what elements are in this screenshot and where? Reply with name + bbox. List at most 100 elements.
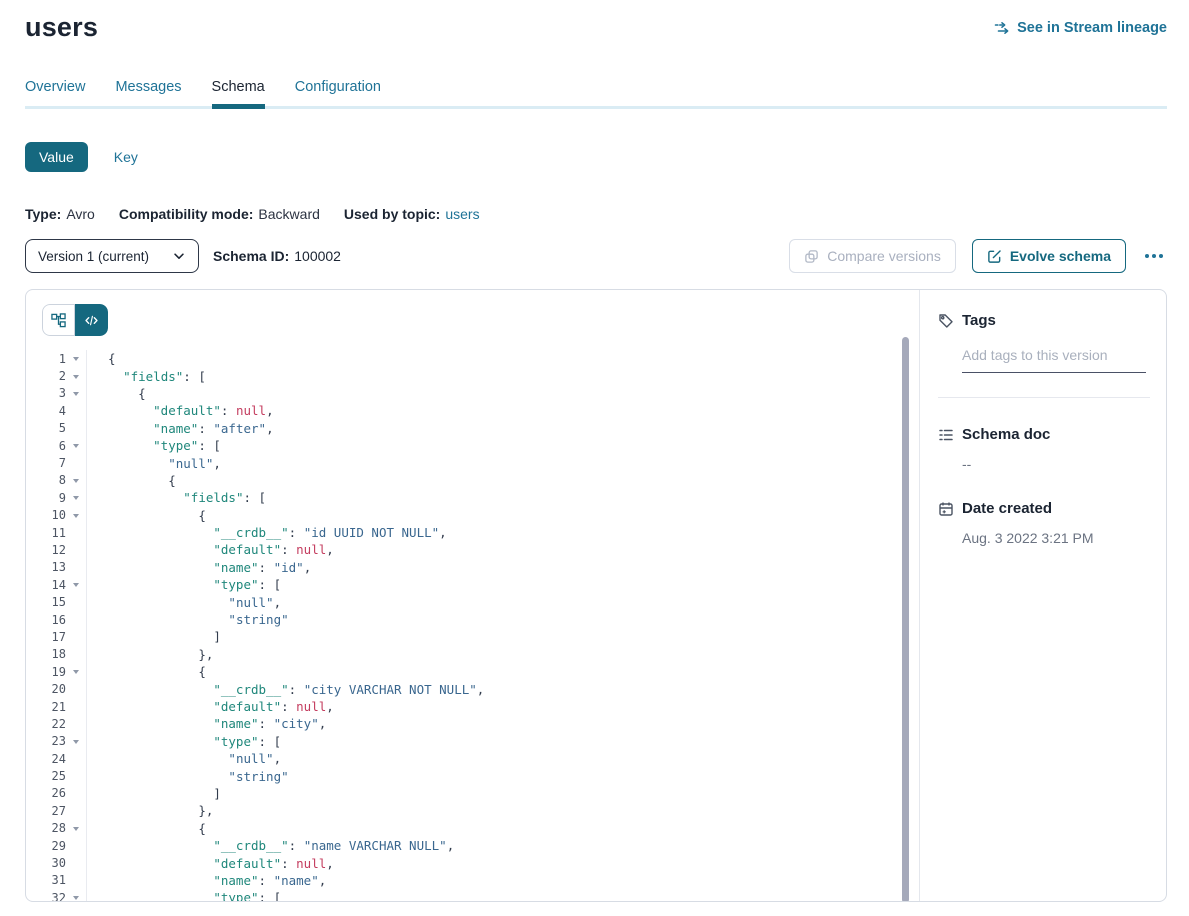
- fold-spacer: [66, 802, 87, 819]
- fold-spacer: [66, 646, 87, 663]
- fold-toggle-icon[interactable]: [66, 507, 87, 524]
- code-text: {: [87, 664, 206, 679]
- ellipsis-icon: [1145, 254, 1149, 258]
- fold-spacer: [66, 750, 87, 767]
- line-number: 4: [42, 404, 66, 418]
- meta-compatibility: Compatibility mode:Backward: [119, 206, 320, 222]
- line-number: 28: [42, 821, 66, 835]
- version-select[interactable]: Version 1 (current): [25, 239, 199, 273]
- meta-compat-value: Backward: [258, 206, 319, 222]
- code-view-button[interactable]: [75, 304, 108, 336]
- stream-lineage-link[interactable]: See in Stream lineage: [994, 20, 1167, 36]
- fold-toggle-icon[interactable]: [66, 733, 87, 750]
- schema-id-label: Schema ID:: [213, 248, 289, 264]
- date-created-heading: Date created: [938, 500, 1150, 517]
- compare-versions-button: Compare versions: [789, 239, 956, 273]
- topic-link[interactable]: users: [445, 206, 479, 222]
- tags-input[interactable]: [962, 347, 1146, 373]
- line-number: 6: [42, 439, 66, 453]
- fold-spacer: [66, 559, 87, 576]
- schema-id-value: 100002: [294, 248, 341, 264]
- editor-view-toggle: [42, 304, 108, 336]
- key-toggle-button[interactable]: Key: [114, 149, 138, 165]
- code-text: "name": "after",: [87, 421, 274, 436]
- line-number: 30: [42, 856, 66, 870]
- code-text: "fields": [: [87, 369, 206, 384]
- code-text: "default": null,: [87, 699, 334, 714]
- meta-type-value: Avro: [66, 206, 95, 222]
- code-line: 27 },: [42, 802, 895, 819]
- fold-toggle-icon[interactable]: [66, 489, 87, 506]
- list-icon: [938, 427, 954, 443]
- fold-toggle-icon[interactable]: [66, 350, 87, 367]
- code-line: 12 "default": null,: [42, 541, 895, 558]
- fold-spacer: [66, 454, 87, 471]
- tags-title: Tags: [962, 312, 996, 329]
- code-text: {: [87, 821, 206, 836]
- code-line: 5 "name": "after",: [42, 420, 895, 437]
- code-line: 21 "default": null,: [42, 698, 895, 715]
- schema-doc-title: Schema doc: [962, 426, 1050, 443]
- code-line: 13 "name": "id",: [42, 559, 895, 576]
- fold-toggle-icon[interactable]: [66, 576, 87, 593]
- fold-toggle-icon[interactable]: [66, 820, 87, 837]
- more-options-button[interactable]: [1141, 248, 1167, 264]
- fold-toggle-icon[interactable]: [66, 437, 87, 454]
- code-line: 6 "type": [: [42, 437, 895, 454]
- fold-toggle-icon[interactable]: [66, 663, 87, 680]
- line-number: 29: [42, 839, 66, 853]
- code-text: {: [87, 473, 176, 488]
- code-text: "__crdb__": "name VARCHAR NULL",: [87, 838, 454, 853]
- tree-view-icon: [51, 313, 66, 328]
- line-number: 1: [42, 352, 66, 366]
- fold-toggle-icon[interactable]: [66, 385, 87, 402]
- code-line: 8 {: [42, 472, 895, 489]
- page-title: users: [25, 12, 98, 43]
- tab-messages[interactable]: Messages: [115, 79, 181, 96]
- line-number: 3: [42, 386, 66, 400]
- code-text: "__crdb__": "id UUID NOT NULL",: [87, 525, 447, 540]
- code-text: },: [87, 803, 213, 818]
- stream-lineage-label: See in Stream lineage: [1017, 20, 1167, 36]
- evolve-schema-button[interactable]: Evolve schema: [972, 239, 1126, 273]
- fold-toggle-icon[interactable]: [66, 367, 87, 384]
- fold-spacer: [66, 698, 87, 715]
- value-toggle-button[interactable]: Value: [25, 142, 88, 172]
- meta-topic-label: Used by topic:: [344, 206, 440, 222]
- date-created-section: Date created Aug. 3 2022 3:21 PM: [938, 500, 1150, 546]
- tab-schema[interactable]: Schema: [212, 79, 265, 96]
- fold-spacer: [66, 402, 87, 419]
- line-number: 22: [42, 717, 66, 731]
- tab-configuration[interactable]: Configuration: [295, 79, 381, 96]
- page-header: users See in Stream lineage: [25, 12, 1167, 43]
- fold-toggle-icon[interactable]: [66, 472, 87, 489]
- code-text: "name": "id",: [87, 560, 311, 575]
- line-number: 19: [42, 665, 66, 679]
- tree-view-button[interactable]: [42, 304, 75, 336]
- fold-toggle-icon[interactable]: [66, 889, 87, 902]
- date-created-title: Date created: [962, 500, 1052, 517]
- date-created-value: Aug. 3 2022 3:21 PM: [962, 530, 1150, 546]
- line-number: 9: [42, 491, 66, 505]
- code-line: 17 ]: [42, 628, 895, 645]
- code-text: "name": "name",: [87, 873, 326, 888]
- tags-section: Tags: [938, 312, 1150, 398]
- line-number: 14: [42, 578, 66, 592]
- sidebar-divider: [938, 397, 1150, 398]
- controls-row: Version 1 (current) Schema ID: 100002 Com…: [25, 239, 1167, 273]
- editor-scrollbar[interactable]: [902, 337, 909, 902]
- fold-spacer: [66, 420, 87, 437]
- meta-compat-label: Compatibility mode:: [119, 206, 254, 222]
- code-line: 1{: [42, 350, 895, 367]
- code-line: 3 {: [42, 385, 895, 402]
- code-text: "type": [: [87, 577, 281, 592]
- line-number: 10: [42, 508, 66, 522]
- code-text: "type": [: [87, 890, 281, 902]
- schema-meta-row: Type:Avro Compatibility mode:Backward Us…: [25, 206, 1167, 222]
- fold-spacer: [66, 767, 87, 784]
- code-line: 32 "type": [: [42, 889, 895, 902]
- code-text: },: [87, 647, 213, 662]
- code-line: 18 },: [42, 646, 895, 663]
- line-number: 26: [42, 786, 66, 800]
- tab-overview[interactable]: Overview: [25, 79, 85, 96]
